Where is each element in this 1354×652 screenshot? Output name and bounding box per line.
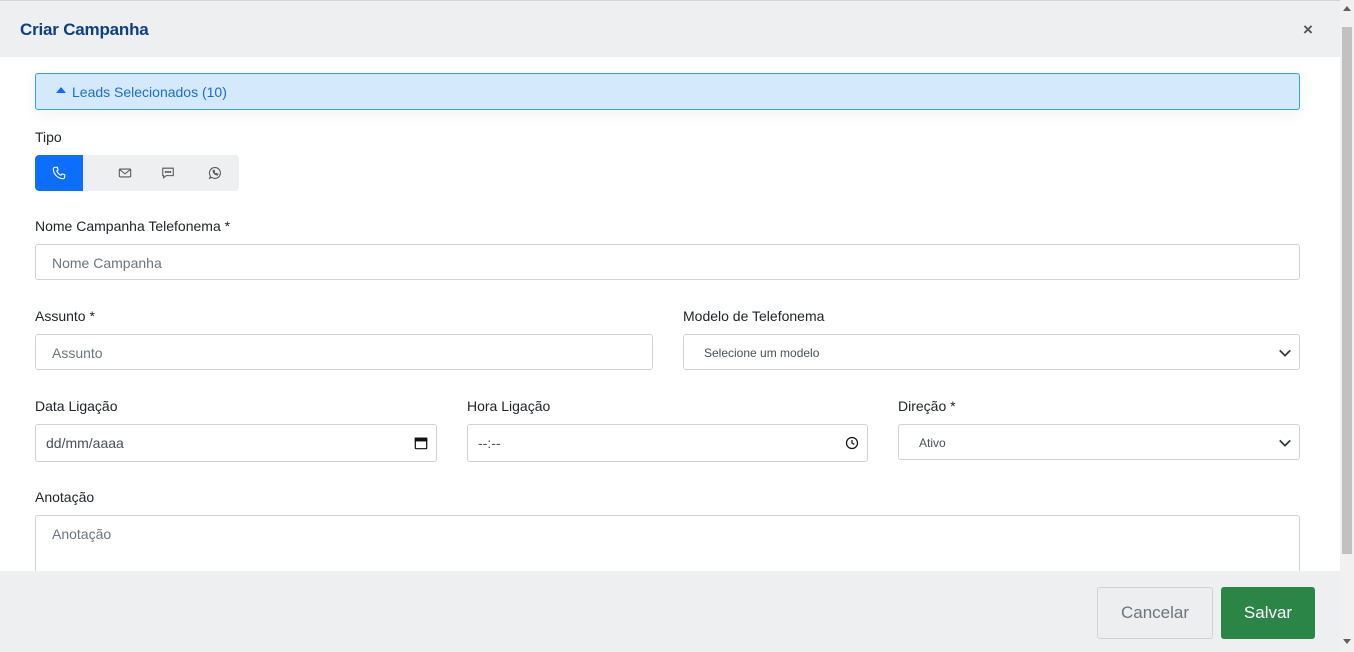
data-ligacao-value: dd/mm/aaaa bbox=[46, 435, 124, 451]
assunto-label: Assunto * bbox=[35, 308, 95, 324]
chevron-down-icon bbox=[1279, 439, 1291, 447]
scroll-up-arrow-icon[interactable] bbox=[1343, 6, 1351, 11]
save-button[interactable]: Salvar bbox=[1221, 587, 1315, 639]
assunto-placeholder: Assunto bbox=[52, 345, 103, 361]
chevron-down-icon bbox=[1279, 349, 1291, 357]
close-icon[interactable]: × bbox=[1299, 21, 1317, 39]
hora-ligacao-value: --:-- bbox=[478, 435, 501, 451]
nome-campanha-input[interactable]: Nome Campanha bbox=[35, 244, 1300, 280]
hora-ligacao-input[interactable]: --:-- bbox=[467, 424, 868, 462]
cancel-button[interactable]: Cancelar bbox=[1097, 587, 1213, 639]
whatsapp-icon bbox=[208, 167, 221, 180]
anotacao-label: Anotação bbox=[35, 489, 95, 505]
caret-up-icon bbox=[56, 87, 66, 93]
scrollbar-thumb[interactable] bbox=[1342, 27, 1352, 554]
clock-icon[interactable] bbox=[845, 436, 859, 450]
message-icon bbox=[162, 167, 174, 179]
type-sms-button[interactable] bbox=[144, 155, 192, 191]
modelo-value: Selecione um modelo bbox=[704, 346, 820, 360]
type-whatsapp-button[interactable] bbox=[191, 155, 239, 191]
type-email-button[interactable] bbox=[101, 155, 149, 191]
scroll-down-arrow-icon[interactable] bbox=[1343, 639, 1351, 644]
hora-ligacao-label: Hora Ligação bbox=[467, 398, 551, 414]
direcao-select[interactable]: Ativo bbox=[898, 424, 1300, 460]
leads-selected-toggle[interactable]: Leads Selecionados (10) bbox=[35, 73, 1300, 110]
tipo-label: Tipo bbox=[35, 129, 62, 145]
direcao-value: Ativo bbox=[919, 436, 946, 450]
data-ligacao-input[interactable]: dd/mm/aaaa bbox=[35, 424, 437, 462]
modal-footer: Cancelar Salvar bbox=[0, 571, 1340, 652]
leads-selected-label: Leads Selecionados (10) bbox=[72, 84, 227, 100]
modal-header: Criar Campanha × bbox=[0, 0, 1340, 57]
phone-icon bbox=[52, 166, 66, 180]
nome-campanha-label: Nome Campanha Telefonema * bbox=[35, 218, 231, 234]
modelo-select[interactable]: Selecione um modelo bbox=[683, 334, 1300, 370]
assunto-input[interactable]: Assunto bbox=[35, 334, 653, 370]
calendar-icon[interactable] bbox=[414, 436, 428, 450]
type-phone-button[interactable] bbox=[35, 155, 83, 191]
data-ligacao-label: Data Ligação bbox=[35, 398, 118, 414]
anotacao-placeholder: Anotação bbox=[52, 526, 112, 542]
mail-icon bbox=[118, 168, 132, 178]
create-campaign-modal: Criar Campanha × Leads Selecionados (10)… bbox=[0, 0, 1354, 652]
modelo-label: Modelo de Telefonema bbox=[683, 308, 825, 324]
direcao-label: Direção * bbox=[898, 398, 956, 414]
modal-title: Criar Campanha bbox=[20, 20, 149, 39]
campaign-type-selector bbox=[35, 155, 239, 191]
nome-campanha-placeholder: Nome Campanha bbox=[52, 255, 162, 271]
